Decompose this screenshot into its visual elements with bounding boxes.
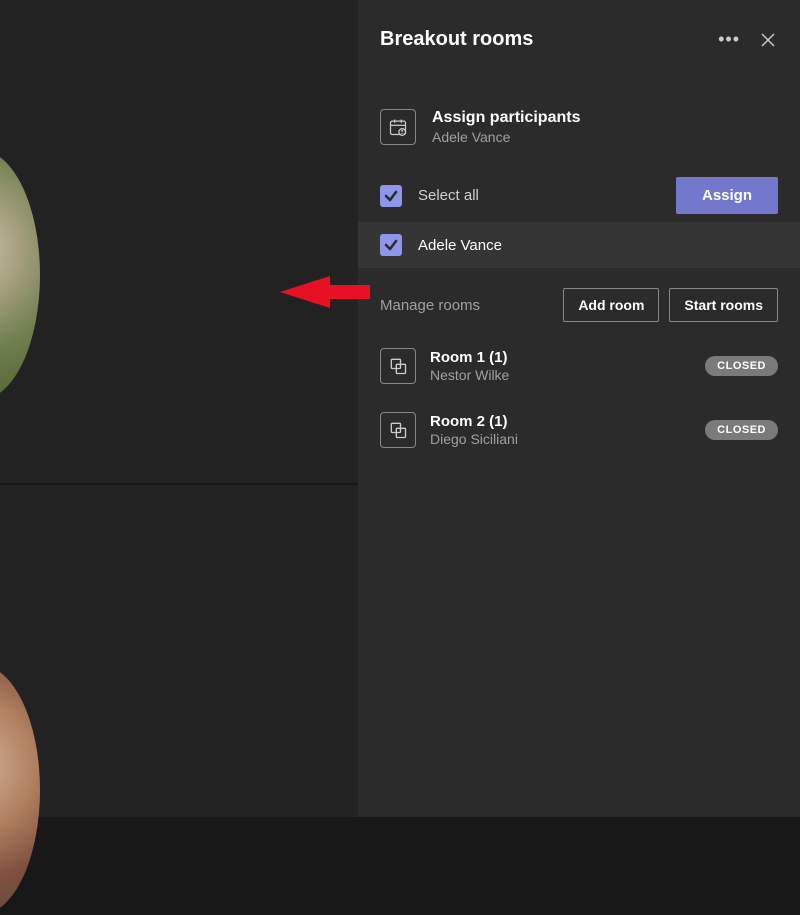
room-name: Room 2 (1) [430,413,691,430]
assign-titles: Assign participants Adele Vance [432,109,580,145]
assign-header: Assign participants Adele Vance [380,109,778,145]
participant-name: Adele Vance [418,237,502,254]
room-member: Nestor Wilke [430,367,691,383]
select-all-label: Select all [418,187,660,204]
panel-title: Breakout rooms [380,28,718,51]
participant-checkbox[interactable] [380,234,402,256]
room-info: Room 2 (1) Diego Siciliani [430,413,691,447]
header-actions: ••• [718,29,778,50]
breakout-rooms-panel: Breakout rooms ••• Assign [358,0,800,817]
add-room-button[interactable]: Add room [563,288,659,322]
room-status-badge: CLOSED [705,356,778,376]
participant-row[interactable]: Adele Vance [358,222,800,268]
assign-title: Assign participants [432,109,580,127]
select-all-checkbox[interactable] [380,185,402,207]
room-row[interactable]: Room 1 (1) Nestor Wilke CLOSED [358,334,800,398]
panel-header: Breakout rooms ••• [358,0,800,69]
room-icon [380,412,416,448]
assign-participants-section: Assign participants Adele Vance Select a… [358,69,800,268]
room-info: Room 1 (1) Nestor Wilke [430,349,691,383]
room-name: Room 1 (1) [430,349,691,366]
assign-subtitle: Adele Vance [432,129,580,145]
room-status-badge: CLOSED [705,420,778,440]
select-all-row: Select all Assign [380,169,778,222]
assign-button[interactable]: Assign [676,177,778,214]
manage-rooms-section: Manage rooms Add room Start rooms [358,268,800,334]
room-icon [380,348,416,384]
video-grid-upper [0,0,358,483]
room-member: Diego Siciliani [430,431,691,447]
manage-rooms-label: Manage rooms [380,297,553,314]
assign-participants-icon [380,109,416,145]
start-rooms-button[interactable]: Start rooms [669,288,778,322]
video-grid-lower [0,485,358,817]
close-icon[interactable] [758,30,778,50]
room-row[interactable]: Room 2 (1) Diego Siciliani CLOSED [358,398,800,462]
more-options-icon[interactable]: ••• [718,29,740,50]
